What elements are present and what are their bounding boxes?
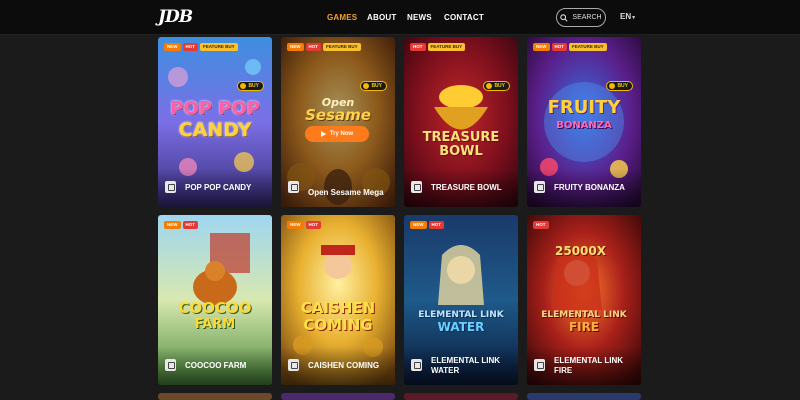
game-logo-line2: WATER — [437, 320, 485, 334]
game-logo-line1: COOCOO — [178, 299, 252, 317]
hot-badge: HOT — [182, 43, 198, 51]
buy-label: BUY — [371, 83, 382, 89]
new-badge: NEW — [287, 43, 304, 51]
top-navbar: JDB GAMES ABOUT NEWS CONTACT SEARCH EN▼ — [0, 0, 800, 35]
new-badge: NEW — [533, 43, 550, 51]
game-logo-line2: FIRE — [568, 320, 600, 334]
new-badge: NEW — [410, 221, 427, 229]
badge-group: NEW HOT FEATURE BUY — [287, 43, 361, 51]
game-info-icon[interactable] — [534, 359, 545, 371]
game-info-icon[interactable] — [411, 359, 422, 371]
play-icon — [320, 131, 326, 137]
new-badge: NEW — [164, 43, 181, 51]
game-info-icon[interactable] — [165, 181, 176, 193]
hot-badge: HOT — [305, 221, 321, 229]
jdb-logo[interactable]: JDB — [158, 7, 193, 27]
coin-icon — [363, 83, 370, 89]
game-logo-line2: COMING — [303, 316, 373, 334]
game-logo-line2: Sesame — [305, 106, 371, 124]
game-logo-line1: ELEMENTAL LINK — [541, 310, 627, 320]
game-logo-line1: ELEMENTAL LINK — [418, 310, 504, 320]
buy-badge: BUY — [237, 81, 264, 91]
coin-icon — [486, 83, 493, 89]
coin-icon — [240, 83, 247, 89]
hot-badge: HOT — [551, 43, 567, 51]
game-card-partial[interactable] — [404, 393, 518, 400]
game-card-elemental-link-fire[interactable]: 25000X ELEMENTAL LINK FIRE HOT ELEMENTAL… — [527, 215, 641, 385]
nav-about[interactable]: ABOUT — [367, 13, 396, 22]
badge-group: NEW HOT — [287, 221, 321, 229]
game-logo-line1: FRUITY — [547, 97, 621, 118]
game-logo-line2: FARM — [194, 317, 236, 332]
game-name: Open Sesame Mega — [308, 188, 384, 197]
feature-buy-badge: FEATURE BUY — [569, 43, 607, 51]
game-card-coocoo-farm[interactable]: COOCOO FARM NEW HOT COOCOO FARM — [158, 215, 272, 385]
badge-group: HOT — [533, 221, 549, 229]
buy-badge: BUY — [360, 81, 387, 91]
game-logo-line2: BOWL — [439, 144, 483, 159]
try-now-label: Try Now — [329, 131, 354, 137]
buy-badge: BUY — [483, 81, 510, 91]
game-card-elemental-link-water[interactable]: ELEMENTAL LINK WATER NEW HOT ELEMENTAL L… — [404, 215, 518, 385]
game-logo-line1: CAISHEN — [300, 299, 376, 317]
badge-group: NEW HOT FEATURE BUY — [533, 43, 607, 51]
language-label: EN — [620, 12, 632, 21]
game-card-caishen-coming[interactable]: CAISHEN COMING NEW HOT CAISHEN COMING — [281, 215, 395, 385]
hot-badge: HOT — [428, 221, 444, 229]
buy-label: BUY — [494, 83, 505, 89]
new-badge: NEW — [164, 221, 181, 229]
coin-icon — [609, 83, 616, 89]
hot-badge: HOT — [533, 221, 549, 229]
game-card-partial[interactable] — [281, 393, 395, 400]
badge-group: NEW HOT — [410, 221, 444, 229]
badge-group: NEW HOT — [164, 221, 198, 229]
feature-buy-badge: FEATURE BUY — [427, 43, 466, 51]
feature-buy-badge: FEATURE BUY — [200, 43, 238, 51]
game-info-icon[interactable] — [534, 181, 545, 193]
game-card-pop-pop-candy[interactable]: POP POP CANDY NEW HOT FEATURE BUY BUY PO… — [158, 37, 272, 207]
language-selector[interactable]: EN▼ — [620, 12, 636, 21]
game-name: ELEMENTAL LINK WATER — [431, 356, 501, 375]
new-badge: NEW — [287, 221, 304, 229]
nav-games[interactable]: GAMES — [327, 13, 357, 22]
game-card-partial[interactable] — [158, 393, 272, 400]
hot-badge: HOT — [182, 221, 198, 229]
game-card-partial[interactable] — [527, 393, 641, 400]
game-name: ELEMENTAL LINK FIRE — [554, 356, 624, 375]
badge-group: NEW HOT FEATURE BUY — [164, 43, 238, 51]
feature-buy-badge: FEATURE BUY — [323, 43, 361, 51]
buy-label: BUY — [248, 83, 259, 89]
game-logo-line1: POP POP — [170, 98, 260, 119]
hot-badge: HOT — [410, 43, 426, 51]
game-info-icon[interactable] — [288, 181, 299, 193]
search-icon — [560, 13, 568, 22]
buy-label: BUY — [617, 83, 628, 89]
game-name: POP POP CANDY — [185, 183, 252, 192]
game-name: FRUITY BONANZA — [554, 183, 625, 192]
game-logo-line2: BONANZA — [556, 120, 612, 131]
hot-badge: HOT — [305, 43, 321, 51]
nav-contact[interactable]: CONTACT — [444, 13, 484, 22]
game-card-treasure-bowl[interactable]: TREASURE BOWL HOT FEATURE BUY BUY TREASU… — [404, 37, 518, 207]
search-button[interactable]: SEARCH — [556, 8, 606, 27]
search-label: SEARCH — [572, 14, 602, 21]
nav-news[interactable]: NEWS — [407, 13, 432, 22]
badge-group: HOT FEATURE BUY — [410, 43, 466, 51]
game-info-icon[interactable] — [411, 181, 422, 193]
multiplier-label: 25000X — [555, 244, 606, 258]
chevron-down-icon: ▼ — [631, 15, 637, 21]
buy-badge: BUY — [606, 81, 633, 91]
game-logo-line2: CANDY — [178, 119, 252, 141]
game-name: CAISHEN COMING — [308, 361, 380, 370]
game-name: COOCOO FARM — [185, 361, 247, 370]
game-card-fruity-bonanza[interactable]: FRUITY BONANZA NEW HOT FEATURE BUY BUY F… — [527, 37, 641, 207]
game-name: TREASURE BOWL — [431, 183, 502, 192]
game-card-open-sesame-mega[interactable]: Open Sesame Try Now NEW HOT FEATURE BUY … — [281, 37, 395, 207]
game-info-icon[interactable] — [165, 359, 176, 371]
game-info-icon[interactable] — [288, 359, 299, 371]
game-logo-line1: TREASURE — [422, 130, 500, 145]
try-now-button[interactable]: Try Now — [305, 126, 369, 142]
